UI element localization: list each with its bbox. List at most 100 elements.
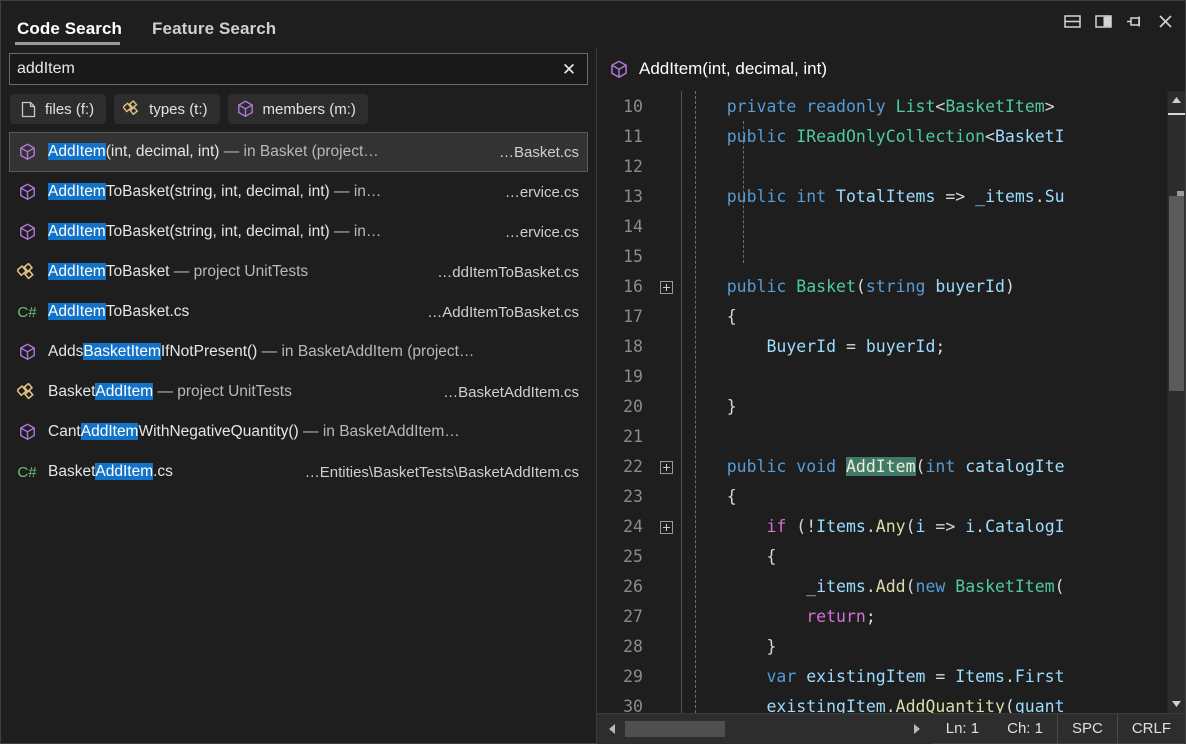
filter-chip-types[interactable]: types (t:) bbox=[114, 94, 219, 124]
result-row[interactable]: AddItemToBasket(string, int, decimal, in… bbox=[9, 212, 588, 252]
line-number: 23 bbox=[597, 482, 651, 512]
vertical-scroll-thumb[interactable] bbox=[1169, 196, 1184, 391]
code-text: { bbox=[681, 482, 1167, 512]
result-label: AddItemToBasket — project UnitTests bbox=[48, 263, 423, 281]
code-line[interactable]: 13 public int TotalItems => _items.Su bbox=[597, 182, 1167, 212]
search-box[interactable]: ✕ bbox=[9, 53, 588, 85]
result-row[interactable]: AddsBasketItemIfNotPresent() — in Basket… bbox=[9, 332, 588, 372]
code-text: var existingItem = Items.First bbox=[681, 662, 1167, 692]
scroll-right-icon[interactable] bbox=[908, 723, 926, 735]
scroll-left-icon[interactable] bbox=[603, 723, 621, 735]
code-line[interactable]: 21 bbox=[597, 422, 1167, 452]
status-indent[interactable]: SPC bbox=[1057, 714, 1117, 744]
code-line[interactable]: 16 public Basket(string buyerId) bbox=[597, 272, 1167, 302]
code-lines[interactable]: 10 private readonly List<BasketItem>11 p… bbox=[597, 91, 1167, 713]
search-box-wrapper: ✕ bbox=[1, 47, 596, 85]
result-label: AddItem(int, decimal, int) — in Basket (… bbox=[48, 143, 485, 161]
code-line[interactable]: 20 } bbox=[597, 392, 1167, 422]
result-row[interactable]: AddItemToBasket — project UnitTests…ddIt… bbox=[9, 252, 588, 292]
code-line[interactable]: 25 { bbox=[597, 542, 1167, 572]
result-label: AddItemToBasket(string, int, decimal, in… bbox=[48, 223, 491, 241]
code-line[interactable]: 11 public IReadOnlyCollection<BasketI bbox=[597, 122, 1167, 152]
code-line[interactable]: 17 { bbox=[597, 302, 1167, 332]
code-text: existingItem.AddQuantity(quant bbox=[681, 692, 1167, 713]
result-label: AddsBasketItemIfNotPresent() — in Basket… bbox=[48, 343, 565, 361]
result-label: AddItemToBasket.cs bbox=[48, 303, 413, 321]
code-line[interactable]: 22 public void AddItem(int catalogIte bbox=[597, 452, 1167, 482]
line-number: 11 bbox=[597, 122, 651, 152]
code-line[interactable]: 26 _items.Add(new BasketItem( bbox=[597, 572, 1167, 602]
result-path: …Basket.cs bbox=[485, 144, 579, 161]
line-number: 17 bbox=[597, 302, 651, 332]
line-number: 24 bbox=[597, 512, 651, 542]
code-text: _items.Add(new BasketItem( bbox=[681, 572, 1167, 602]
filter-chip-members[interactable]: members (m:) bbox=[228, 94, 368, 124]
status-bar: Ln: 1 Ch: 1 SPC CRLF bbox=[597, 713, 1185, 743]
tab-code-search[interactable]: Code Search bbox=[15, 19, 132, 47]
search-pane: ✕ files (f:) bbox=[1, 47, 596, 743]
code-text: } bbox=[681, 632, 1167, 662]
scroll-up-icon[interactable] bbox=[1168, 91, 1185, 109]
code-line[interactable]: 28 } bbox=[597, 632, 1167, 662]
glyph-margin[interactable] bbox=[651, 461, 681, 474]
code-text: } bbox=[681, 392, 1167, 422]
code-editor: 10 private readonly List<BasketItem>11 p… bbox=[597, 91, 1185, 713]
result-row[interactable]: C#BasketAddItem.cs…Entities\BasketTests\… bbox=[9, 452, 588, 492]
code-text: BuyerId = buyerId; bbox=[681, 332, 1167, 362]
code-line[interactable]: 14 bbox=[597, 212, 1167, 242]
code-line[interactable]: 23 { bbox=[597, 482, 1167, 512]
code-line[interactable]: 24 if (!Items.Any(i => i.CatalogI bbox=[597, 512, 1167, 542]
code-text: { bbox=[681, 302, 1167, 332]
split-vertical-icon[interactable] bbox=[1093, 11, 1113, 31]
main-body: ✕ files (f:) bbox=[1, 47, 1185, 743]
line-number: 30 bbox=[597, 692, 651, 713]
file-icon bbox=[19, 100, 37, 118]
result-label: BasketAddItem.cs bbox=[48, 463, 291, 481]
line-number: 10 bbox=[597, 92, 651, 122]
fold-expand-icon[interactable] bbox=[660, 281, 673, 294]
glyph-margin[interactable] bbox=[651, 281, 681, 294]
search-input[interactable] bbox=[17, 60, 559, 78]
fold-expand-icon[interactable] bbox=[660, 521, 673, 534]
search-results-list[interactable]: AddItem(int, decimal, int) — in Basket (… bbox=[1, 132, 596, 743]
tab-feature-search[interactable]: Feature Search bbox=[150, 19, 286, 47]
filter-chip-files-label: files (f:) bbox=[45, 101, 94, 118]
code-match-highlight: AddItem bbox=[846, 457, 916, 476]
code-text: public Basket(string buyerId) bbox=[681, 272, 1167, 302]
code-line[interactable]: 29 var existingItem = Items.First bbox=[597, 662, 1167, 692]
pin-icon[interactable] bbox=[1124, 11, 1144, 31]
horizontal-scroll-track[interactable] bbox=[621, 721, 908, 737]
code-line[interactable]: 18 BuyerId = buyerId; bbox=[597, 332, 1167, 362]
split-horizontal-icon[interactable] bbox=[1062, 11, 1082, 31]
code-line[interactable]: 27 return; bbox=[597, 602, 1167, 632]
code-line[interactable]: 10 private readonly List<BasketItem> bbox=[597, 92, 1167, 122]
scroll-down-icon[interactable] bbox=[1168, 695, 1185, 713]
horizontal-scroll-thumb[interactable] bbox=[625, 721, 725, 737]
close-icon[interactable] bbox=[1155, 11, 1175, 31]
result-label: AddItemToBasket(string, int, decimal, in… bbox=[48, 183, 491, 201]
code-line[interactable]: 12 bbox=[597, 152, 1167, 182]
result-row[interactable]: CantAddItemWithNegativeQuantity() — in B… bbox=[9, 412, 588, 452]
clear-search-glyph: ✕ bbox=[562, 61, 576, 78]
horizontal-scrollbar[interactable] bbox=[597, 714, 932, 744]
line-number: 22 bbox=[597, 452, 651, 482]
result-row[interactable]: AddItemToBasket(string, int, decimal, in… bbox=[9, 172, 588, 212]
code-text: if (!Items.Any(i => i.CatalogI bbox=[681, 512, 1167, 542]
code-line[interactable]: 15 bbox=[597, 242, 1167, 272]
vertical-scrollbar[interactable] bbox=[1167, 91, 1185, 713]
code-line[interactable]: 30 existingItem.AddQuantity(quant bbox=[597, 692, 1167, 713]
cube-icon bbox=[16, 222, 38, 242]
line-number: 20 bbox=[597, 392, 651, 422]
result-label: CantAddItemWithNegativeQuantity() — in B… bbox=[48, 423, 565, 441]
glyph-margin[interactable] bbox=[651, 521, 681, 534]
line-number: 28 bbox=[597, 632, 651, 662]
status-eol[interactable]: CRLF bbox=[1117, 714, 1185, 744]
clear-search-icon[interactable]: ✕ bbox=[559, 59, 579, 79]
filter-chip-files[interactable]: files (f:) bbox=[10, 94, 106, 124]
code-line[interactable]: 19 bbox=[597, 362, 1167, 392]
result-row[interactable]: C#AddItemToBasket.cs…AddItemToBasket.cs bbox=[9, 292, 588, 332]
fold-expand-icon[interactable] bbox=[660, 461, 673, 474]
result-row[interactable]: AddItem(int, decimal, int) — in Basket (… bbox=[9, 132, 588, 172]
filter-chip-types-label: types (t:) bbox=[149, 101, 207, 118]
result-row[interactable]: BasketAddItem — project UnitTests…Basket… bbox=[9, 372, 588, 412]
